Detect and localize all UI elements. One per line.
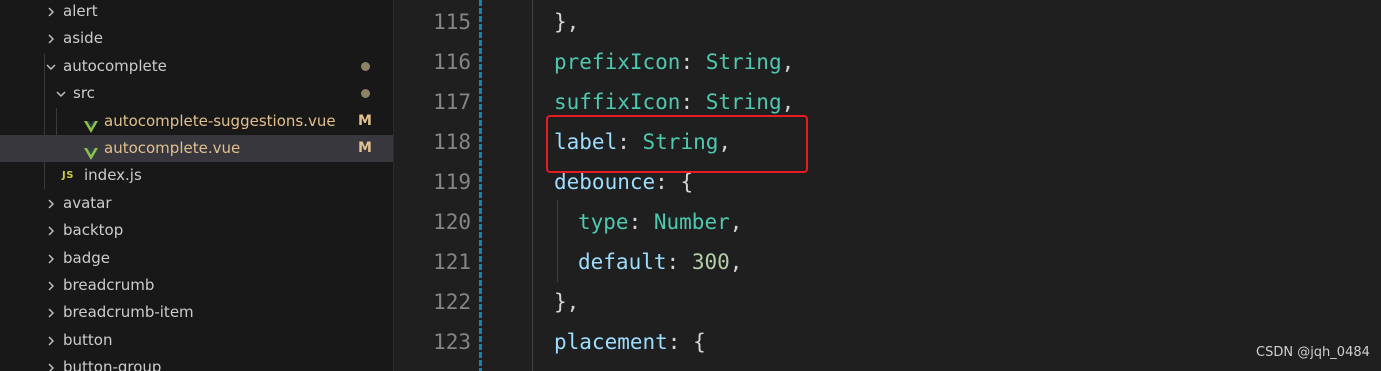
explorer-item-autocomplete-vue[interactable]: autocomplete.vue M [0, 135, 393, 162]
code-token: suffixIcon [554, 90, 681, 114]
code-line[interactable]: 120 type: Number, [394, 202, 1381, 242]
js-file-icon: JS [62, 170, 74, 182]
explorer-item-label: breadcrumb [63, 276, 155, 294]
modified-dot-icon [361, 61, 370, 71]
explorer-item-autocomplete-suggestions-vue[interactable]: autocomplete-suggestions.vue M [0, 108, 393, 135]
explorer-item-button-group[interactable]: button-group [0, 354, 393, 371]
line-number: 121 [433, 250, 471, 274]
code-token: , [781, 90, 795, 114]
line-number: 119 [433, 170, 471, 194]
line-number: 122 [433, 290, 471, 314]
code-token: default [578, 250, 667, 274]
explorer-item-badge[interactable]: badge [0, 245, 393, 272]
code-token: prefixIcon [554, 50, 681, 74]
code-token: : { [667, 330, 706, 354]
chevron-right-icon[interactable] [44, 245, 58, 272]
code-token: , [781, 50, 795, 74]
code-token: }, [554, 10, 580, 34]
line-number: 118 [433, 130, 471, 154]
code-token: 300 [691, 250, 730, 274]
chevron-right-icon[interactable] [44, 272, 58, 299]
code-line[interactable]: 123 placement: { [394, 322, 1381, 362]
code-token: , [729, 210, 743, 234]
explorer-item-aside[interactable]: aside [0, 25, 393, 52]
code-line[interactable]: 115}, [394, 2, 1381, 42]
code-token: String [705, 90, 782, 114]
explorer-item-backtop[interactable]: backtop [0, 217, 393, 244]
code-token: }, [554, 290, 580, 314]
vue-file-icon [84, 115, 98, 133]
explorer-item-alert[interactable]: alert [0, 0, 393, 25]
chevron-down-icon[interactable] [54, 80, 68, 107]
chevron-right-icon[interactable] [44, 354, 58, 371]
vue-file-icon [84, 142, 98, 160]
git-status-badge: M [358, 112, 372, 129]
explorer-item-label: aside [63, 29, 103, 48]
code-line[interactable]: 122}, [394, 282, 1381, 322]
chevron-right-icon[interactable] [44, 327, 58, 354]
watermark: CSDN @jqh_0484 [1256, 345, 1370, 360]
chevron-right-icon[interactable] [44, 217, 58, 244]
line-number: 120 [433, 210, 471, 234]
chevron-right-icon[interactable] [44, 190, 58, 217]
explorer-item-button[interactable]: button [0, 327, 393, 354]
explorer-item-label: badge [63, 248, 110, 267]
explorer-item-label: button-group [63, 358, 162, 371]
code-token: Number [653, 210, 730, 234]
code-token: , [729, 250, 743, 274]
line-number: 115 [433, 10, 471, 34]
chevron-right-icon[interactable] [44, 299, 58, 326]
explorer-item-label: avatar [63, 193, 112, 212]
git-status-badge: M [358, 140, 372, 156]
code-line[interactable]: 118 label: String, [394, 122, 1381, 162]
code-token: : { [655, 170, 694, 194]
code-token: : [628, 210, 654, 234]
code-token: : [680, 90, 706, 114]
explorer-item-label: src [73, 84, 95, 103]
annotation-highlight-box [546, 115, 808, 173]
code-token: placement [554, 330, 668, 354]
chevron-down-icon[interactable] [44, 53, 58, 80]
explorer-item-label: breadcrumb-item [63, 303, 194, 322]
code-line[interactable]: 119 debounce: { [394, 162, 1381, 202]
explorer-item-label: backtop [63, 221, 124, 240]
code-text: type: Number, [578, 202, 742, 242]
line-number: 117 [433, 90, 471, 114]
code-token: : [666, 250, 692, 274]
line-number: 123 [433, 330, 471, 354]
explorer-item-label: button [63, 330, 113, 349]
explorer-item-label: alert [63, 2, 98, 20]
explorer-item-breadcrumb[interactable]: breadcrumb [0, 272, 393, 299]
explorer-item-label: autocomplete-suggestions.vue [104, 111, 336, 130]
code-token: : [680, 50, 706, 74]
code-token: type [578, 210, 629, 234]
explorer-item-breadcrumb-item[interactable]: breadcrumb-item [0, 299, 393, 326]
code-token: debounce [554, 170, 656, 194]
code-text: }, [554, 2, 579, 42]
line-number: 116 [433, 50, 471, 74]
explorer-item-index-js[interactable]: JS index.js [0, 162, 393, 189]
code-text: placement: { [554, 322, 706, 362]
explorer-item-label: autocomplete.vue [104, 139, 241, 157]
code-text: }, [554, 282, 579, 322]
explorer-item-src[interactable]: src [0, 80, 393, 107]
code-line[interactable]: 117 suffixIcon: String, [394, 82, 1381, 122]
code-line[interactable]: 121 default: 300, [394, 242, 1381, 282]
explorer-item-label: autocomplete [63, 56, 167, 75]
code-line[interactable]: 116 prefixIcon: String, [394, 42, 1381, 82]
chevron-right-icon[interactable] [44, 25, 58, 52]
code-token: String [705, 50, 782, 74]
explorer-item-autocomplete[interactable]: autocomplete [0, 53, 393, 80]
chevron-right-icon[interactable] [44, 0, 58, 25]
code-text: default: 300, [578, 242, 742, 282]
code-text: prefixIcon: String, [554, 42, 794, 82]
file-explorer: alert aside autocomplete src autocomplete-su… [0, 0, 393, 371]
explorer-item-label: index.js [84, 166, 142, 185]
modified-dot-icon [361, 89, 370, 99]
explorer-item-avatar[interactable]: avatar [0, 190, 393, 217]
